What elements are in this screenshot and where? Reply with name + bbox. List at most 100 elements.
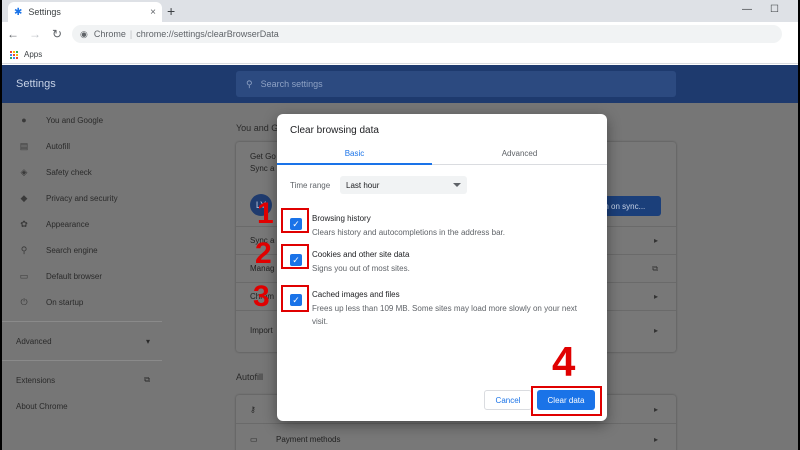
annotation-box-4 — [531, 386, 602, 416]
shield-icon: ◈ — [20, 166, 28, 177]
sidebar-item-privacy[interactable]: ◆ Privacy and security — [2, 185, 162, 211]
option-title: Browsing history — [312, 214, 371, 223]
sidebar-item-safety-check[interactable]: ◈ Safety check — [2, 159, 162, 185]
chevron-down-icon: ▾ — [145, 336, 150, 346]
settings-sidebar: ● You and Google ▤ Autofill ◈ Safety che… — [2, 103, 162, 419]
sidebar-item-label: You and Google — [46, 115, 104, 125]
url-separator: | — [129, 29, 133, 39]
tab-strip: ✱ Settings × + — ☐ — [2, 0, 798, 22]
settings-title: Settings — [16, 78, 56, 90]
dialog-title: Clear browsing data — [290, 125, 379, 136]
time-range-label: Time range — [290, 181, 331, 190]
bookmarks-bar: Apps — [2, 46, 798, 64]
person-icon: ● — [21, 115, 27, 125]
dropdown-caret-icon — [453, 183, 461, 187]
time-range-select[interactable]: Last hour — [340, 176, 467, 194]
sidebar-item-search-engine[interactable]: ⚲ Search engine — [2, 237, 162, 263]
address-bar[interactable]: ◉ Chrome | chrome://settings/clearBrowse… — [72, 25, 782, 43]
sidebar-item-you-and-google[interactable]: ● You and Google — [2, 107, 162, 133]
annotation-box-3 — [281, 285, 309, 312]
annotation-step-3: 3 — [253, 280, 270, 313]
search-settings-input[interactable]: ⚲ Search settings — [236, 71, 676, 97]
sidebar-about-chrome[interactable]: About Chrome — [2, 393, 162, 419]
card-get-text: Get Go — [250, 152, 276, 161]
row-payment-methods[interactable]: Payment methods — [276, 435, 340, 444]
browser-toolbar: ← → ↻ ◉ Chrome | chrome://settings/clear… — [2, 22, 798, 46]
chrome-icon: ◉ — [80, 28, 88, 39]
reload-icon[interactable]: ↻ — [46, 27, 68, 41]
annotation-step-2: 2 — [255, 237, 272, 270]
sidebar-item-label: Privacy and security — [46, 193, 118, 203]
maximize-icon[interactable]: ☐ — [770, 4, 779, 15]
sidebar-item-autofill[interactable]: ▤ Autofill — [2, 133, 162, 159]
option-description: Clears history and autocompletions in th… — [312, 228, 505, 237]
row-import[interactable]: Import — [250, 326, 273, 335]
option-description: Frees up less than 109 MB. Some sites ma… — [312, 304, 578, 326]
search-icon: ⚲ — [20, 244, 28, 255]
section-title-you-and-google: You and G — [236, 123, 279, 133]
chevron-right-icon: ▸ — [653, 435, 658, 444]
chevron-right-icon: ▸ — [653, 236, 658, 245]
bookmark-apps[interactable]: Apps — [24, 50, 42, 59]
key-icon: ⚷ — [250, 405, 256, 414]
settings-header: Settings ⚲ Search settings — [2, 65, 798, 103]
sidebar-item-appearance[interactable]: ✿ Appearance — [2, 211, 162, 237]
back-arrow-icon[interactable]: ← — [2, 27, 24, 41]
sidebar-item-label: Search engine — [46, 245, 98, 255]
sidebar-extensions[interactable]: Extensions ⧉ — [2, 367, 162, 393]
annotation-box-2 — [281, 244, 309, 269]
chevron-right-icon: ▸ — [653, 326, 658, 335]
section-title-autofill: Autofill — [236, 372, 264, 382]
tab-settings[interactable]: ✱ Settings × — [8, 2, 162, 22]
forward-arrow-icon[interactable]: → — [24, 27, 46, 41]
cancel-button[interactable]: Cancel — [484, 390, 532, 410]
gear-icon: ✱ — [14, 6, 23, 18]
sidebar-advanced[interactable]: Advanced ▾ — [2, 328, 162, 354]
extensions-label: Extensions — [16, 375, 56, 385]
sidebar-item-default-browser[interactable]: ▭ Default browser — [2, 263, 162, 289]
tab-basic[interactable]: Basic — [277, 149, 432, 158]
option-title: Cached images and files — [312, 290, 400, 299]
new-tab-button[interactable]: + — [167, 3, 175, 19]
sidebar-item-label: Autofill — [46, 141, 71, 151]
active-tab-indicator — [277, 163, 432, 165]
clipboard-icon: ▤ — [19, 140, 29, 151]
credit-card-icon: ▭ — [250, 435, 258, 444]
sidebar-item-on-startup[interactable]: ⏻ On startup — [2, 289, 162, 315]
minimize-icon[interactable]: — — [742, 4, 752, 15]
close-tab-icon[interactable]: × — [150, 7, 156, 18]
search-icon: ⚲ — [246, 78, 253, 89]
annotation-step-4: 4 — [552, 338, 576, 385]
option-description: Signs you out of most sites. — [312, 264, 410, 273]
browser-window: ✱ Settings × + — ☐ ← → ↻ ◉ Chrome | chro… — [2, 0, 798, 450]
power-icon: ⏻ — [20, 296, 28, 307]
external-link-icon: ⧉ — [144, 375, 150, 384]
dialog-tabs: Basic Advanced — [277, 145, 607, 165]
url-host: Chrome — [93, 29, 126, 39]
option-title: Cookies and other site data — [312, 250, 410, 259]
search-placeholder: Search settings — [260, 79, 323, 89]
external-link-icon: ⧉ — [652, 264, 658, 273]
row-divider — [236, 423, 676, 424]
sidebar-item-label: Safety check — [46, 167, 92, 177]
chevron-right-icon: ▸ — [653, 405, 658, 414]
about-label: About Chrome — [16, 401, 68, 411]
tab-title: Settings — [28, 7, 61, 17]
browser-icon: ▭ — [19, 270, 29, 281]
annotation-box-1 — [281, 208, 309, 233]
apps-icon — [10, 50, 18, 59]
shield-icon: ◆ — [20, 192, 28, 203]
advanced-label: Advanced — [16, 336, 52, 346]
annotation-step-1: 1 — [257, 197, 274, 230]
sidebar-divider — [2, 360, 162, 361]
card-sync-text: Sync a — [250, 164, 275, 173]
sidebar-divider — [2, 321, 162, 322]
sidebar-item-label: Default browser — [46, 271, 103, 281]
sidebar-item-label: Appearance — [46, 219, 90, 229]
palette-icon: ✿ — [20, 218, 28, 229]
url-path: chrome://settings/clearBrowserData — [136, 29, 279, 39]
sidebar-item-label: On startup — [46, 297, 84, 307]
time-range-value: Last hour — [346, 180, 380, 190]
chevron-right-icon: ▸ — [653, 292, 658, 301]
tab-advanced[interactable]: Advanced — [442, 149, 597, 158]
